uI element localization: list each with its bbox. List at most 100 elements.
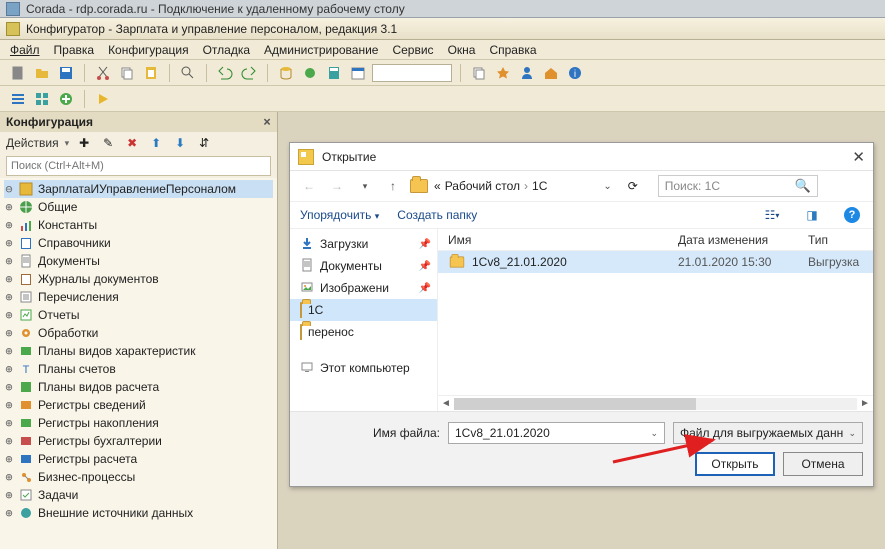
menu-service[interactable]: Сервис: [392, 43, 433, 57]
expand-icon[interactable]: ⊕: [4, 470, 14, 484]
new-folder-button[interactable]: Создать папку: [397, 208, 477, 222]
scroll-track[interactable]: [454, 398, 857, 410]
tree-item[interactable]: ⊕Планы видов расчета: [4, 378, 273, 396]
tb2-play-icon[interactable]: [93, 89, 113, 109]
expand-icon[interactable]: ⊕: [4, 434, 14, 448]
dialog-searchbox[interactable]: Поиск: 1C 🔍: [658, 175, 818, 197]
combo-drop-icon[interactable]: ⌄: [650, 428, 658, 439]
bc-desktop[interactable]: Рабочий стол: [445, 179, 520, 193]
tree-item[interactable]: ⊕Общие: [4, 198, 273, 216]
tb-star-icon[interactable]: [493, 63, 513, 83]
menu-admin[interactable]: Администрирование: [264, 43, 378, 57]
expand-icon[interactable]: ⊕: [4, 272, 14, 286]
cancel-button[interactable]: Отмена: [783, 452, 863, 476]
file-row[interactable]: 1Cv8_21.01.202021.01.2020 15:30Выгрузка: [438, 251, 873, 273]
expand-icon[interactable]: ⊕: [4, 200, 14, 214]
expand-icon[interactable]: ⊕: [4, 488, 14, 502]
actions-down-icon[interactable]: ⬇: [171, 134, 189, 152]
config-panel-close-icon[interactable]: ×: [263, 115, 271, 130]
actions-wand-icon[interactable]: ✎: [99, 134, 117, 152]
files-area[interactable]: 1Cv8_21.01.202021.01.2020 15:30Выгрузка: [438, 251, 873, 395]
nav-fwd-icon[interactable]: →: [326, 175, 348, 197]
tb-new-icon[interactable]: [8, 63, 28, 83]
nav-tree[interactable]: Загрузки📌Документы📌Изображени📌1CпереносЭ…: [290, 229, 438, 411]
nav-item[interactable]: 1C: [290, 299, 437, 321]
tree-item[interactable]: ⊕Журналы документов: [4, 270, 273, 288]
tree-item[interactable]: ⊕Регистры сведений: [4, 396, 273, 414]
expand-icon[interactable]: ⊕: [4, 344, 14, 358]
menu-windows[interactable]: Окна: [448, 43, 476, 57]
tb-paste-icon[interactable]: [141, 63, 161, 83]
config-search[interactable]: [6, 156, 271, 176]
tb-db-icon[interactable]: [276, 63, 296, 83]
dialog-close-icon[interactable]: ✕: [852, 148, 865, 166]
tree-item[interactable]: ⊕Обработки: [4, 324, 273, 342]
h-scrollbar[interactable]: ◄ ►: [438, 395, 873, 411]
expand-icon[interactable]: ⊕: [4, 254, 14, 268]
tb-house-icon[interactable]: [541, 63, 561, 83]
tree-item[interactable]: ⊕Константы: [4, 216, 273, 234]
tb-copy-icon[interactable]: [117, 63, 137, 83]
expand-icon[interactable]: ⊕: [4, 416, 14, 430]
expand-icon[interactable]: ⊕: [4, 218, 14, 232]
tree-item[interactable]: ⊕Внешние источники данных: [4, 504, 273, 522]
scroll-left-icon[interactable]: ◄: [438, 398, 454, 409]
pin-icon[interactable]: 📌: [419, 261, 431, 272]
tb2-grid-icon[interactable]: [32, 89, 52, 109]
tree-item[interactable]: ⊕Планы видов характеристик: [4, 342, 273, 360]
nav-item[interactable]: Изображени📌: [290, 277, 437, 299]
tree-item[interactable]: ⊕Перечисления: [4, 288, 273, 306]
refresh-icon[interactable]: ⟳: [622, 175, 644, 197]
tb2-plus-icon[interactable]: [56, 89, 76, 109]
config-search-input[interactable]: [6, 156, 271, 176]
tree-item[interactable]: ⊕Регистры бухгалтерии: [4, 432, 273, 450]
menu-debug[interactable]: Отладка: [203, 43, 250, 57]
tb-redo-icon[interactable]: [239, 63, 259, 83]
actions-label[interactable]: Действия: [6, 136, 59, 150]
filetype-drop-icon[interactable]: ⌄: [848, 428, 856, 439]
tb-open-icon[interactable]: [32, 63, 52, 83]
column-headers[interactable]: Имя Дата изменения Тип: [438, 229, 873, 251]
tree-item[interactable]: ⊕Задачи: [4, 486, 273, 504]
preview-pane-icon[interactable]: ◨: [801, 204, 823, 226]
col-type[interactable]: Тип: [808, 233, 873, 247]
col-date[interactable]: Дата изменения: [678, 233, 808, 247]
nav-item[interactable]: перенос: [290, 321, 437, 343]
expand-icon[interactable]: ⊕: [4, 308, 14, 322]
tb-calendar-icon[interactable]: [348, 63, 368, 83]
tree-item[interactable]: ⊕TПланы счетов: [4, 360, 273, 378]
nav-history-icon[interactable]: ▾: [354, 175, 376, 197]
tb-find-icon[interactable]: [178, 63, 198, 83]
menu-config[interactable]: Конфигурация: [108, 43, 189, 57]
nav-item[interactable]: Этот компьютер: [290, 357, 437, 379]
bc-folder[interactable]: 1C: [532, 179, 547, 193]
search-icon[interactable]: 🔍: [795, 178, 811, 194]
scroll-right-icon[interactable]: ►: [857, 398, 873, 409]
tb2-list-icon[interactable]: [8, 89, 28, 109]
organize-button[interactable]: Упорядочить ▾: [300, 208, 379, 222]
col-name[interactable]: Имя: [438, 233, 678, 247]
nav-back-icon[interactable]: ←: [298, 175, 320, 197]
menu-file[interactable]: Файл: [10, 43, 40, 57]
expand-icon[interactable]: ⊕: [4, 380, 14, 394]
menu-help[interactable]: Справка: [489, 43, 536, 57]
tb-calc-icon[interactable]: [324, 63, 344, 83]
help-icon[interactable]: ?: [841, 204, 863, 226]
breadcrumb[interactable]: « Рабочий стол › 1C: [434, 179, 547, 193]
tb-undo-icon[interactable]: [215, 63, 235, 83]
tb-cut-icon[interactable]: [93, 63, 113, 83]
expand-icon[interactable]: ⊕: [4, 362, 14, 376]
actions-del-icon[interactable]: ✖: [123, 134, 141, 152]
actions-sort-icon[interactable]: ⇵: [195, 134, 213, 152]
pin-icon[interactable]: 📌: [419, 283, 431, 294]
tb-save-icon[interactable]: [56, 63, 76, 83]
tree-item[interactable]: ⊖ЗарплатаИУправлениеПерсоналом: [4, 180, 273, 198]
tree-item[interactable]: ⊕Отчеты: [4, 306, 273, 324]
config-tree[interactable]: ⊖ЗарплатаИУправлениеПерсоналом⊕Общие⊕Кон…: [0, 178, 277, 549]
nav-up-icon[interactable]: ↑: [382, 175, 404, 197]
tree-item[interactable]: ⊕Регистры накопления: [4, 414, 273, 432]
expand-icon[interactable]: ⊕: [4, 398, 14, 412]
expand-icon[interactable]: ⊕: [4, 326, 14, 340]
nav-item[interactable]: Загрузки📌: [290, 233, 437, 255]
tb-copy2-icon[interactable]: [469, 63, 489, 83]
